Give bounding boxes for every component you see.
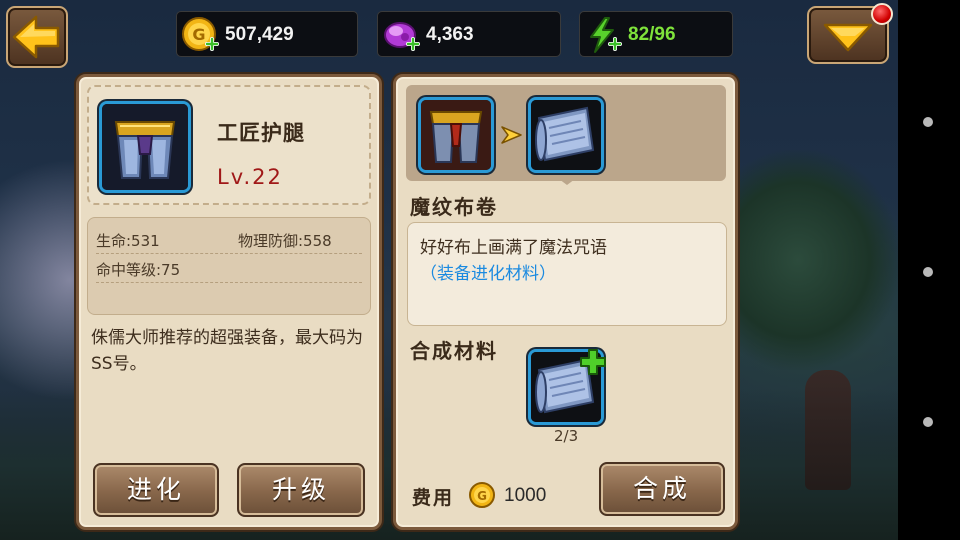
background-tree [730,150,898,370]
system-navigation-bar [898,0,960,540]
stat-divider [96,282,362,283]
stamina-value: 82/96 [628,24,676,45]
item-level: Lv.22 [217,165,283,189]
back-button[interactable] [6,6,68,68]
gem-plus-icon [384,22,420,51]
selection-pointer [551,173,583,185]
svg-text:G: G [192,25,205,44]
material-name: 魔纹布卷 [410,195,498,219]
back-arrow-icon [12,15,60,59]
stamina-counter[interactable]: 82/96 [579,11,733,57]
plus-icon[interactable] [578,347,608,377]
nav-dot-middle[interactable] [923,267,933,277]
evolution-panel: 魔纹布卷 好好布上画满了魔法咒语 （装备进化材料） 合成材料 2/3 费用 G … [393,74,738,530]
nav-dot-bottom[interactable] [923,417,933,427]
stat-phys-def: 物理防御:558 [238,232,332,250]
upgrade-button[interactable]: 升级 [237,463,365,517]
craft-button[interactable]: 合成 [599,462,725,516]
item-description: 侏儒大师推荐的超强装备，最大码为SS号。 [91,328,363,374]
item-name: 工匠护腿 [217,121,305,145]
craft-materials-title: 合成材料 [410,339,498,363]
current-item-slot[interactable] [418,97,494,173]
material-description: 好好布上画满了魔法咒语 [420,238,607,258]
item-header: 工匠护腿 Lv.22 [87,85,371,205]
gem-counter[interactable]: 4,363 [377,11,561,57]
gem-value: 4,363 [426,24,474,45]
gold-counter[interactable]: G 507,429 [176,11,358,57]
leg-armor-icon [421,100,491,170]
fee-value: 1000 [504,485,547,506]
target-material-slot[interactable] [528,97,604,173]
material-count: 2/3 [554,427,579,445]
background-character [805,370,851,490]
svg-text:G: G [477,489,487,503]
gold-coin-plus-icon: G [182,17,219,51]
material-type-link[interactable]: （装备进化材料） [420,259,556,284]
item-detail-panel: 工匠护腿 Lv.22 生命:531 物理防御:558 命中等级:75 侏儒大师推… [76,74,382,530]
item-stats: 生命:531 物理防御:558 命中等级:75 [87,217,371,315]
evolve-button[interactable]: 进化 [93,463,219,517]
leg-armor-icon [102,104,188,190]
gold-coin-icon: G [469,482,495,508]
lightning-plus-icon [590,17,622,53]
stat-hp: 生命:531 [96,232,160,250]
scroll-icon [531,100,601,170]
stat-divider [96,253,362,254]
fee-label: 费用 [412,487,455,509]
item-icon-slot[interactable] [99,101,191,193]
arrow-right-icon [501,126,522,144]
stat-hit: 命中等级:75 [96,261,181,279]
nav-dot-top[interactable] [923,117,933,127]
notification-badge [871,3,893,25]
material-info: 好好布上画满了魔法咒语 （装备进化材料） [407,222,727,326]
gold-value: 507,429 [225,24,294,45]
